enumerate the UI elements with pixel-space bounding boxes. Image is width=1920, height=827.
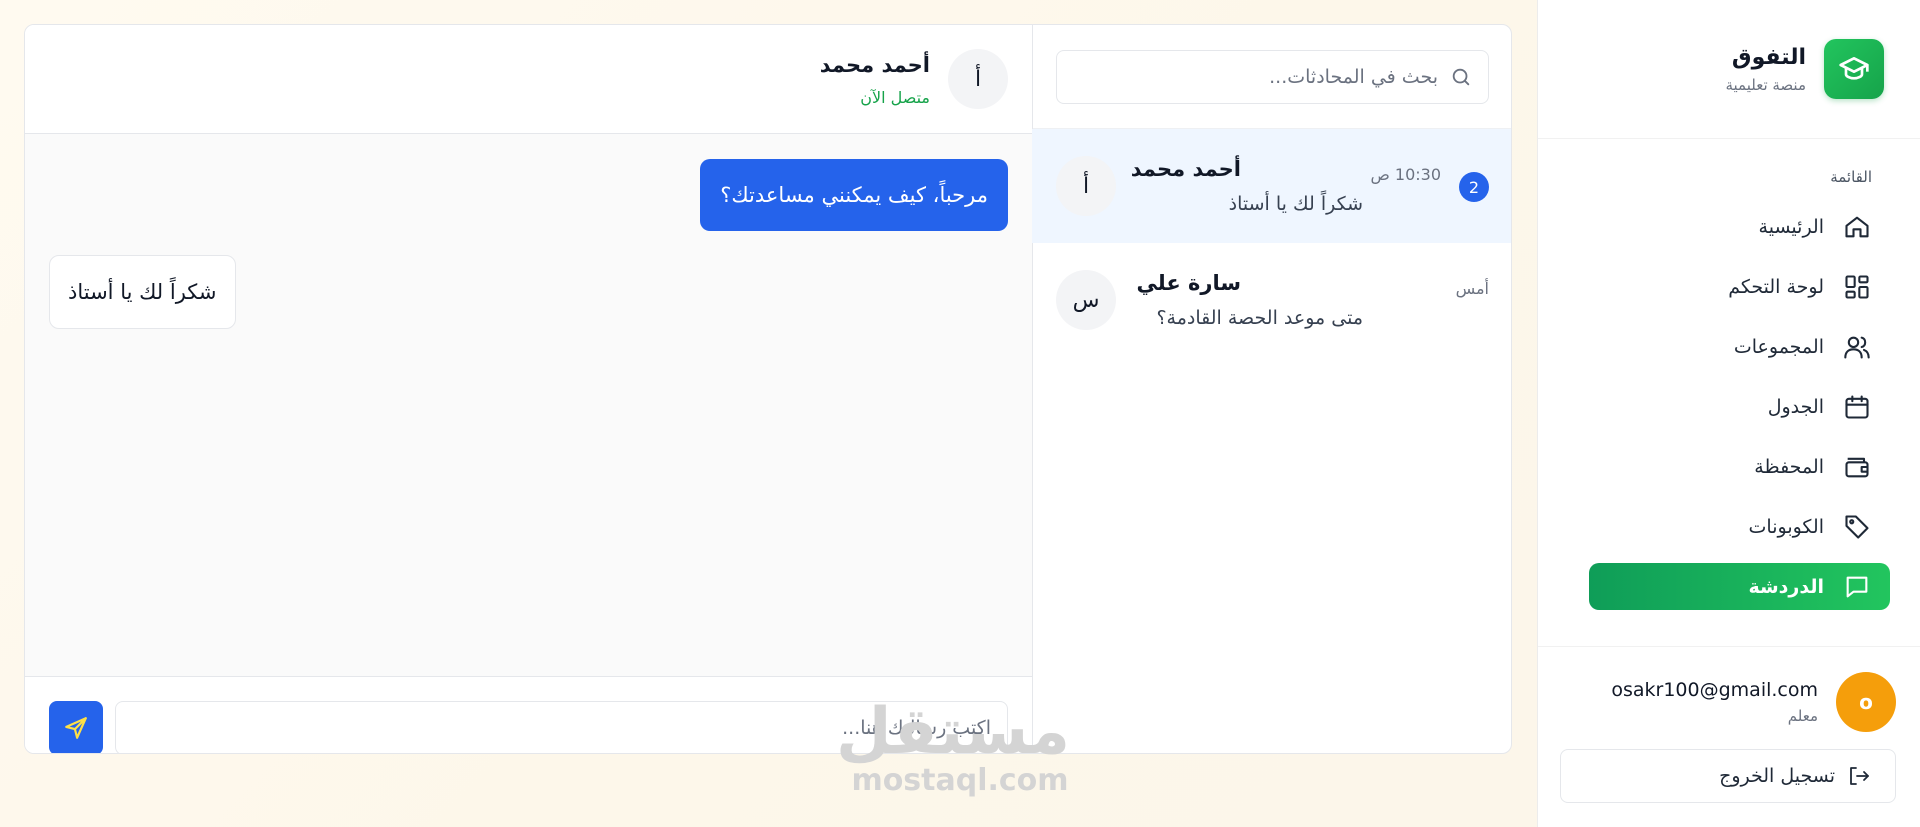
chat-composer [25, 676, 1032, 753]
chat-contact-status: متصل الآن [860, 88, 930, 107]
conversation-search[interactable] [1056, 50, 1489, 104]
send-icon [65, 717, 87, 739]
logout-button[interactable]: تسجيل الخروج [1560, 749, 1896, 803]
avatar: o [1836, 672, 1896, 732]
conversation-time: أمس [1455, 279, 1489, 298]
conversation-time: 10:30 ص [1370, 165, 1441, 184]
conversation-name: أحمد محمد [1130, 157, 1241, 181]
graduation-cap-icon [1824, 39, 1884, 99]
divider [1538, 646, 1920, 647]
sidebar-item-wallet[interactable]: المحفظة [1589, 443, 1890, 490]
conversation-name: سارة علي [1136, 271, 1242, 295]
conversation-avatar: س [1056, 270, 1116, 330]
conversation-last-message: متى موعد الحصة القادمة؟ [1156, 307, 1363, 329]
chat-card: أ أحمد محمد متصل الآن مرحباً، كيف يمكنني… [24, 24, 1512, 754]
sidebar-item-coupons[interactable]: الكوبونات [1589, 503, 1890, 550]
brand-title: التفوق [1731, 44, 1806, 70]
message-input[interactable] [115, 701, 1008, 753]
conversation-avatar: أ [1056, 156, 1116, 216]
message-incoming: شكراً لك يا أستاذ [49, 255, 236, 329]
logout-icon [1850, 767, 1869, 785]
chat-contact-name: أحمد محمد [819, 53, 930, 77]
chat-contact-avatar: أ [948, 49, 1008, 109]
sidebar: التفوق منصة تعليمية القائمة الرئيسية لوح… [1537, 0, 1920, 827]
sidebar-item-chat[interactable]: الدردشة [1589, 563, 1890, 610]
message-outgoing: مرحباً، كيف يمكنني مساعدتك؟ [700, 159, 1008, 231]
user-profile[interactable]: o osakr100@gmail.com معلم [1611, 672, 1896, 732]
conversation-last-message: شكراً لك يا أستاذ [1228, 193, 1363, 215]
user-role: معلم [1787, 707, 1818, 725]
chat-panel: أ أحمد محمد متصل الآن مرحباً، كيف يمكنني… [25, 25, 1032, 753]
sidebar-item-home[interactable]: الرئيسية [1589, 203, 1890, 250]
search-icon [1452, 68, 1470, 86]
conversation-list-panel: 2 10:30 ص أحمد محمد شكراً لك يا أستاذ أ … [1032, 25, 1511, 753]
menu-label: القائمة [1830, 168, 1872, 186]
dashboard-icon [1842, 272, 1872, 302]
wallet-icon [1842, 452, 1872, 482]
chat-icon [1842, 572, 1872, 602]
send-button[interactable] [49, 701, 103, 753]
sidebar-item-schedule[interactable]: الجدول [1589, 383, 1890, 430]
calendar-icon [1842, 392, 1872, 422]
sidebar-item-groups[interactable]: المجموعات [1589, 323, 1890, 370]
brand-subtitle: منصة تعليمية [1725, 75, 1806, 94]
chat-header: أ أحمد محمد متصل الآن [25, 25, 1032, 134]
conversation-item[interactable]: 2 10:30 ص أحمد محمد شكراً لك يا أستاذ أ [1032, 129, 1511, 243]
users-icon [1842, 332, 1872, 362]
search-input[interactable] [1057, 51, 1450, 103]
conversation-item[interactable]: أمس سارة علي متى موعد الحصة القادمة؟ س [1032, 243, 1511, 357]
divider [1538, 138, 1920, 139]
unread-badge: 2 [1459, 172, 1489, 202]
user-email: osakr100@gmail.com [1611, 679, 1818, 701]
home-icon [1842, 212, 1872, 242]
brand[interactable]: التفوق منصة تعليمية [1725, 39, 1884, 99]
sidebar-item-dashboard[interactable]: لوحة التحكم [1589, 263, 1890, 310]
tag-icon [1842, 512, 1872, 542]
